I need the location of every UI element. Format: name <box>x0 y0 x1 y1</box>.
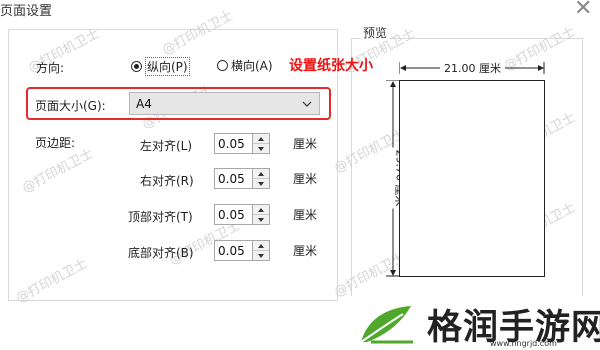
radio-portrait-indicator[interactable] <box>131 61 142 72</box>
stepper-down-icon[interactable] <box>253 178 269 188</box>
radio-landscape-label: 横向(A) <box>231 59 273 73</box>
chevron-down-icon <box>302 101 312 107</box>
margin-bottom-input[interactable] <box>214 240 253 261</box>
page-size-value: A4 <box>136 96 152 111</box>
margin-top-unit: 厘米 <box>293 208 318 222</box>
close-icon[interactable]: ✕ <box>574 0 592 20</box>
stepper-down-icon[interactable] <box>253 250 269 260</box>
radio-portrait[interactable]: 纵向(P) <box>131 57 190 76</box>
logo-url: www.hngrjd.com <box>490 339 557 348</box>
stepper-down-icon[interactable] <box>253 143 269 153</box>
margin-left-stepper[interactable] <box>214 133 270 154</box>
margin-top-input[interactable] <box>214 204 253 225</box>
radio-landscape[interactable]: 横向(A) <box>217 57 273 74</box>
margin-top-stepper[interactable] <box>214 204 270 225</box>
page-size-select[interactable]: A4 <box>129 92 320 115</box>
margin-right-stepper[interactable] <box>214 168 270 189</box>
margin-bottom-label: 底部对齐(B) <box>128 246 194 260</box>
margin-bottom-unit: 厘米 <box>293 244 318 258</box>
margin-right-unit: 厘米 <box>293 172 318 186</box>
margin-top-label: 顶部对齐(T) <box>128 210 193 224</box>
margin-left-input[interactable] <box>214 133 253 154</box>
orientation-label: 方向: <box>36 61 65 75</box>
margin-left-unit: 厘米 <box>293 137 318 151</box>
margin-right-input[interactable] <box>214 168 253 189</box>
radio-portrait-label: 纵向(P) <box>145 57 190 76</box>
annotation-text: 设置纸张大小 <box>289 58 373 74</box>
dialog-title: 页面设置 <box>0 4 53 19</box>
leaf-logo-icon <box>360 306 413 344</box>
margin-left-label: 左对齐(L) <box>140 139 193 153</box>
stepper-up-icon[interactable] <box>253 134 269 143</box>
paper-width-text: 21.00 厘米 <box>440 60 505 76</box>
preview-label: 预览 <box>361 24 390 41</box>
paper-preview <box>399 80 545 277</box>
stepper-up-icon[interactable] <box>253 241 269 250</box>
stepper-up-icon[interactable] <box>253 205 269 214</box>
stepper-up-icon[interactable] <box>253 169 269 178</box>
margins-label: 页边距: <box>35 136 76 150</box>
margin-bottom-stepper[interactable] <box>214 240 270 261</box>
radio-landscape-indicator[interactable] <box>217 60 228 71</box>
margin-right-label: 右对齐(R) <box>140 174 194 188</box>
page-size-label: 页面大小(G): <box>35 99 106 113</box>
stepper-down-icon[interactable] <box>253 214 269 224</box>
